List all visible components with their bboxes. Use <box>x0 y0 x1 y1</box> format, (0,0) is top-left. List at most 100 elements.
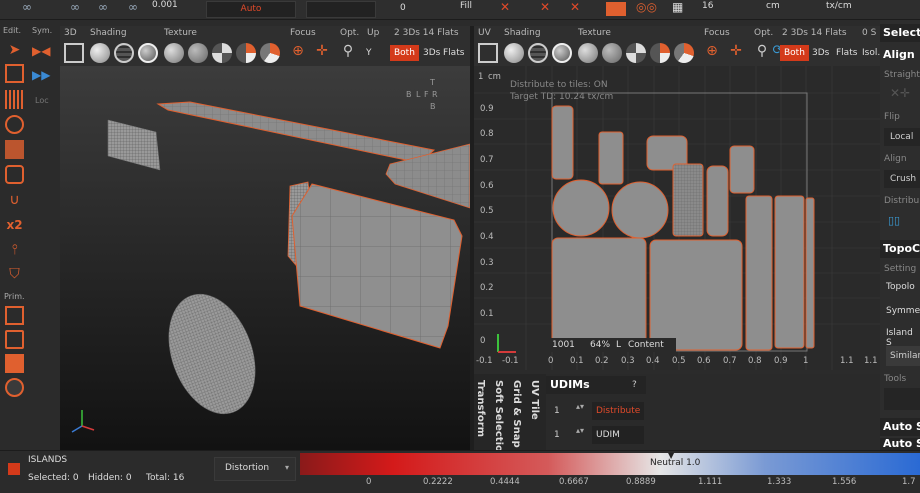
focus-target-icon[interactable]: ⊕ <box>702 43 722 63</box>
nav-top[interactable]: T <box>430 78 435 87</box>
link-icon[interactable]: ∞ <box>22 0 32 14</box>
udim-count2-input[interactable]: 1 <box>554 430 560 440</box>
tex-sphere-icon[interactable] <box>578 43 598 63</box>
mode-flats-button[interactable]: Flats <box>443 45 464 61</box>
nav-cube[interactable]: T B L F R B <box>402 78 442 118</box>
stepper-icon[interactable]: ▴▾ <box>576 402 584 411</box>
magnet-icon[interactable]: ∪ <box>5 190 24 209</box>
value3-field[interactable]: 16 <box>702 1 713 11</box>
help-icon[interactable]: ? <box>632 380 637 390</box>
islands-color-icon[interactable] <box>8 463 20 475</box>
prim-box-icon[interactable] <box>5 306 24 325</box>
tex2-sphere-icon[interactable] <box>602 43 622 63</box>
flip-local-select[interactable]: Local <box>884 128 920 146</box>
similar-button[interactable]: Similar <box>886 346 920 366</box>
paint-select-icon[interactable] <box>5 90 24 109</box>
prim-sphere-icon[interactable] <box>5 378 24 397</box>
mode-isol-button[interactable]: Isol. <box>862 45 880 61</box>
shade-sphere-icon[interactable] <box>504 43 524 63</box>
fill-swatch-icon[interactable] <box>606 2 626 16</box>
value-field[interactable]: 0.001 <box>152 0 178 10</box>
neutral-marker-icon[interactable]: ▼ <box>668 451 674 460</box>
udim-select[interactable]: UDIM <box>592 426 644 444</box>
distortion-select[interactable]: Distortion ▾ <box>214 457 296 481</box>
nav-back[interactable]: B <box>406 90 412 99</box>
options-icon[interactable]: ⚲ <box>338 43 358 63</box>
cross-icon[interactable]: ✕ <box>570 0 580 14</box>
mirror-axis-icon[interactable]: ▶▶ <box>32 68 52 88</box>
up-select[interactable]: Y <box>366 45 372 61</box>
viewport3d-canvas[interactable]: T B L F R B <box>60 66 471 450</box>
nav-left[interactable]: L <box>416 90 420 99</box>
nav-bottom[interactable]: B <box>430 102 436 111</box>
prim-plane-icon[interactable] <box>5 330 24 349</box>
checker-sphere-icon[interactable] <box>212 43 232 63</box>
tab-transform[interactable]: Transform <box>475 380 486 437</box>
tab-grid-snap[interactable]: Grid & Snap <box>511 380 522 448</box>
grid-select-icon[interactable] <box>5 140 24 159</box>
checker-sphere-icon[interactable] <box>626 43 646 63</box>
sphere-select-icon[interactable] <box>5 115 24 134</box>
grid-icon[interactable]: ▦ <box>672 0 683 14</box>
crush-button[interactable]: Crush <box>884 170 920 188</box>
link-icon[interactable]: ∞ <box>70 0 80 14</box>
select-arrow-icon[interactable]: ➤ <box>5 40 24 59</box>
tab-3d[interactable]: 3D <box>64 28 77 38</box>
edges-sphere-icon[interactable] <box>552 43 572 63</box>
udim-count-input[interactable]: 1 <box>554 406 560 416</box>
tex-sphere-icon[interactable] <box>164 43 184 63</box>
edges-sphere-icon[interactable] <box>138 43 158 63</box>
link-icon[interactable]: ∞ <box>128 0 138 14</box>
cube-select-icon[interactable] <box>5 165 24 184</box>
nav-front[interactable]: F <box>424 90 429 99</box>
unit2-select[interactable]: tx/cm <box>826 1 852 11</box>
frame-icon[interactable] <box>478 43 498 63</box>
nav-right[interactable]: R <box>432 90 438 99</box>
cross-icon[interactable]: ✕ <box>540 0 550 14</box>
frame-icon[interactable] <box>64 43 84 63</box>
both-button[interactable]: Both <box>780 45 809 61</box>
both-button[interactable]: Both <box>390 45 419 61</box>
uv-canvas[interactable]: Distribute to tiles: ON Target TD: 10.24… <box>474 66 880 370</box>
cross-icon[interactable]: ✕ <box>500 0 510 14</box>
mixed2-sphere-icon[interactable] <box>260 43 280 63</box>
focus-all-icon[interactable]: ✛ <box>312 43 332 63</box>
focus-all-icon[interactable]: ✛ <box>726 43 746 63</box>
link-icon[interactable]: ∞ <box>98 0 108 14</box>
prim-cube-icon[interactable] <box>5 354 24 373</box>
focus-target-icon[interactable]: ⊕ <box>288 43 308 63</box>
symmetry-item[interactable]: Symme <box>886 306 920 316</box>
mode-3ds-button[interactable]: 3Ds <box>812 45 829 61</box>
shield-icon[interactable]: ⛉ <box>5 264 24 283</box>
tex2-sphere-icon[interactable] <box>188 43 208 63</box>
distribute-icon[interactable]: ▯▯ <box>888 214 900 227</box>
unit-select[interactable]: cm <box>766 1 780 11</box>
tab-uv-tile[interactable]: UV Tile <box>529 380 540 420</box>
options-field[interactable] <box>306 1 376 18</box>
spheres-icon[interactable]: ◎◎ <box>636 0 657 14</box>
mode-3ds-button[interactable]: 3Ds <box>423 45 440 61</box>
wire-sphere-icon[interactable] <box>528 43 548 63</box>
mode-flats-button[interactable]: Flats <box>836 45 857 61</box>
mixed-sphere-icon[interactable] <box>650 43 670 63</box>
fill-button[interactable]: Fill <box>460 1 472 11</box>
rect-select-icon[interactable] <box>5 64 24 83</box>
value2-field[interactable]: 0 <box>400 3 406 13</box>
mode-field[interactable]: Auto <box>206 1 296 18</box>
mixed-sphere-icon[interactable] <box>236 43 256 63</box>
straighten-icon[interactable]: ✕✛ <box>890 86 910 100</box>
tools-slot[interactable] <box>884 388 920 410</box>
tab-uv[interactable]: UV <box>478 28 491 38</box>
pin-icon[interactable]: ⫯ <box>5 240 24 259</box>
wire-sphere-icon[interactable] <box>114 43 134 63</box>
stepper-icon[interactable]: ▴▾ <box>576 426 584 435</box>
x-tick: -0.1 <box>502 356 519 366</box>
distribute-button[interactable]: Distribute <box>592 402 644 420</box>
shade-sphere-icon[interactable] <box>90 43 110 63</box>
tab-soft-selection[interactable]: Soft Selection <box>493 380 504 459</box>
x2-icon[interactable]: x2 <box>5 215 24 234</box>
topology-item[interactable]: Topolo <box>886 282 915 292</box>
mirror-icon[interactable]: ▶◀ <box>32 44 52 64</box>
island-item[interactable]: Island S <box>886 328 920 348</box>
mixed2-sphere-icon[interactable] <box>674 43 694 63</box>
